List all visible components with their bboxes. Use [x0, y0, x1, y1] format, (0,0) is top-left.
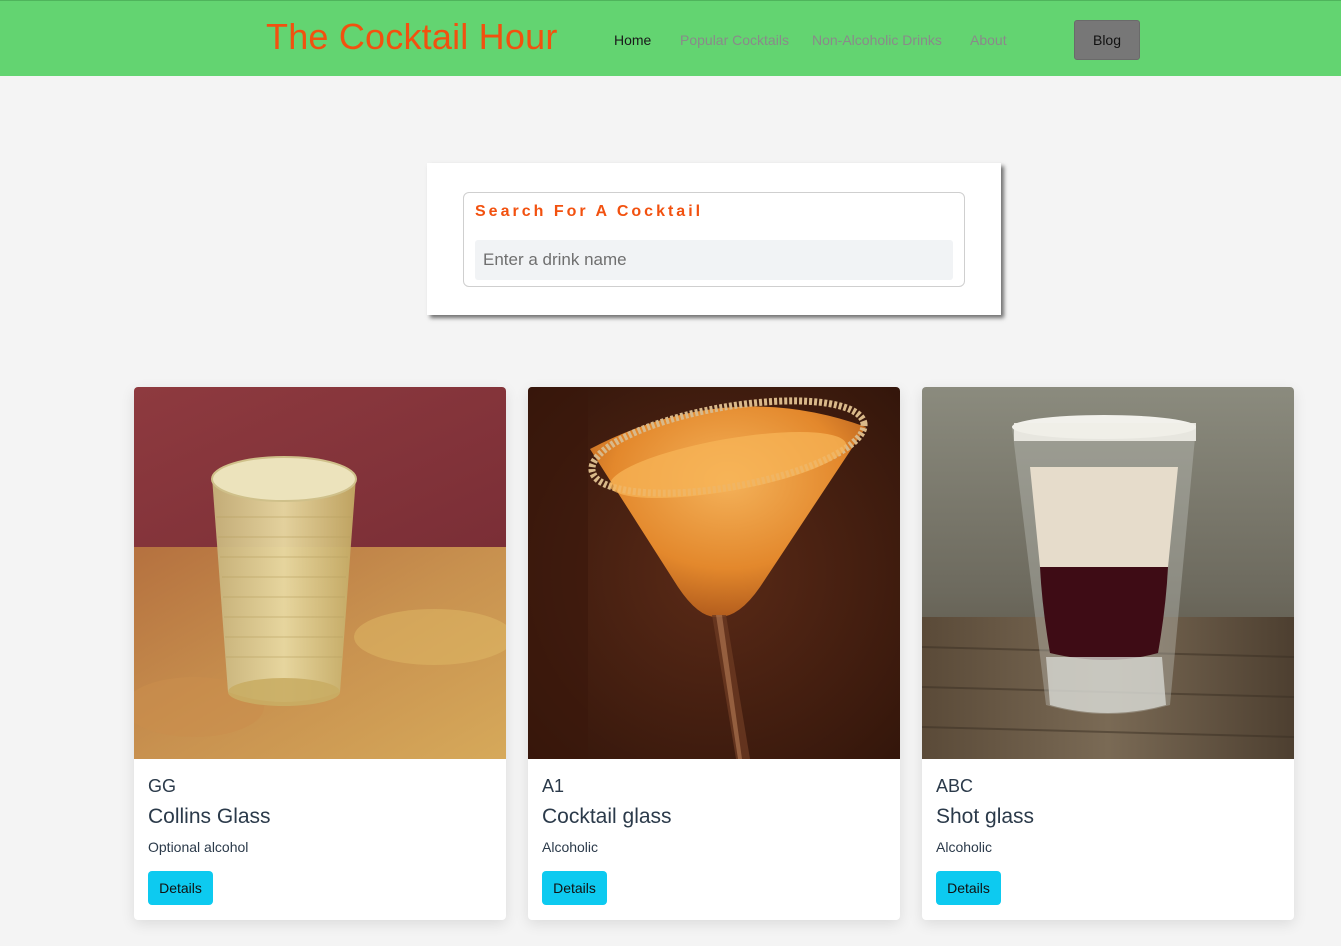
details-button[interactable]: Details	[936, 871, 1001, 905]
blog-button[interactable]: Blog	[1074, 20, 1140, 60]
martini-glass-photo	[528, 387, 900, 759]
details-button[interactable]: Details	[148, 871, 213, 905]
drink-card-shot-glass: ABC Shot glass Alcoholic Details	[922, 387, 1294, 920]
nav-link-popular-cocktails[interactable]: Popular Cocktails	[680, 32, 789, 48]
drink-alcohol-type: Alcoholic	[936, 839, 993, 855]
drink-alcohol-type: Optional alcohol	[148, 839, 249, 855]
drink-alcohol-type: Alcoholic	[542, 839, 599, 855]
drink-code: GG	[148, 776, 177, 796]
drink-code: A1	[542, 776, 565, 796]
nav-link-about[interactable]: About	[970, 32, 1007, 48]
drink-glass-title: Collins Glass	[148, 805, 271, 828]
drink-card-cocktail-glass: A1 Cocktail glass Alcoholic Details	[528, 387, 900, 920]
drink-glass-title: Cocktail glass	[542, 805, 672, 828]
search-input[interactable]	[475, 240, 953, 280]
search-fieldset: Search For A Cocktail	[463, 192, 965, 287]
rocks-glass-photo	[134, 387, 506, 759]
details-button[interactable]: Details	[542, 871, 607, 905]
top-navbar: The Cocktail Hour Home Popular Cocktails…	[0, 0, 1341, 76]
drink-card-collins-glass: GG Collins Glass Optional alcohol Detail…	[134, 387, 506, 920]
drink-code: ABC	[936, 776, 974, 796]
shot-glass-photo	[922, 387, 1294, 759]
nav-link-non-alcoholic-drinks[interactable]: Non-Alcoholic Drinks	[812, 32, 942, 48]
drink-glass-title: Shot glass	[936, 805, 1035, 828]
search-card: Search For A Cocktail	[427, 163, 1001, 315]
nav-link-home[interactable]: Home	[614, 32, 651, 48]
search-legend: Search For A Cocktail	[475, 203, 704, 220]
brand-title[interactable]: The Cocktail Hour	[266, 16, 558, 58]
